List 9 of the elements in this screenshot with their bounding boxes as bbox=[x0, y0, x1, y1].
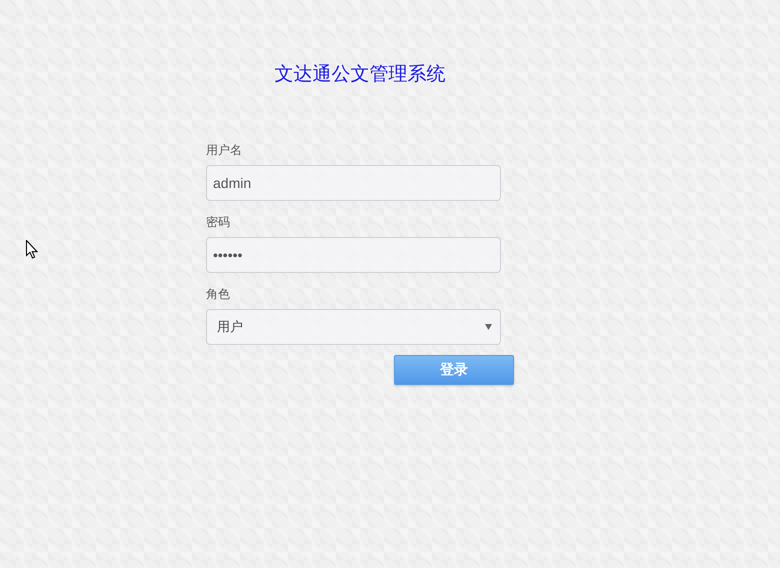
field-label: 用户名 bbox=[206, 142, 243, 158]
password-field[interactable]: •••••• bbox=[206, 237, 501, 273]
caret-icon bbox=[485, 324, 492, 330]
field-label: 角色 bbox=[206, 286, 231, 302]
pointer-icon bbox=[26, 240, 38, 259]
input-field[interactable]: admin bbox=[206, 165, 501, 201]
page-title: 文达通公文管理系统 bbox=[274, 63, 446, 87]
role-select[interactable]: 用户 bbox=[206, 309, 501, 345]
field-label: 密码 bbox=[206, 214, 231, 230]
